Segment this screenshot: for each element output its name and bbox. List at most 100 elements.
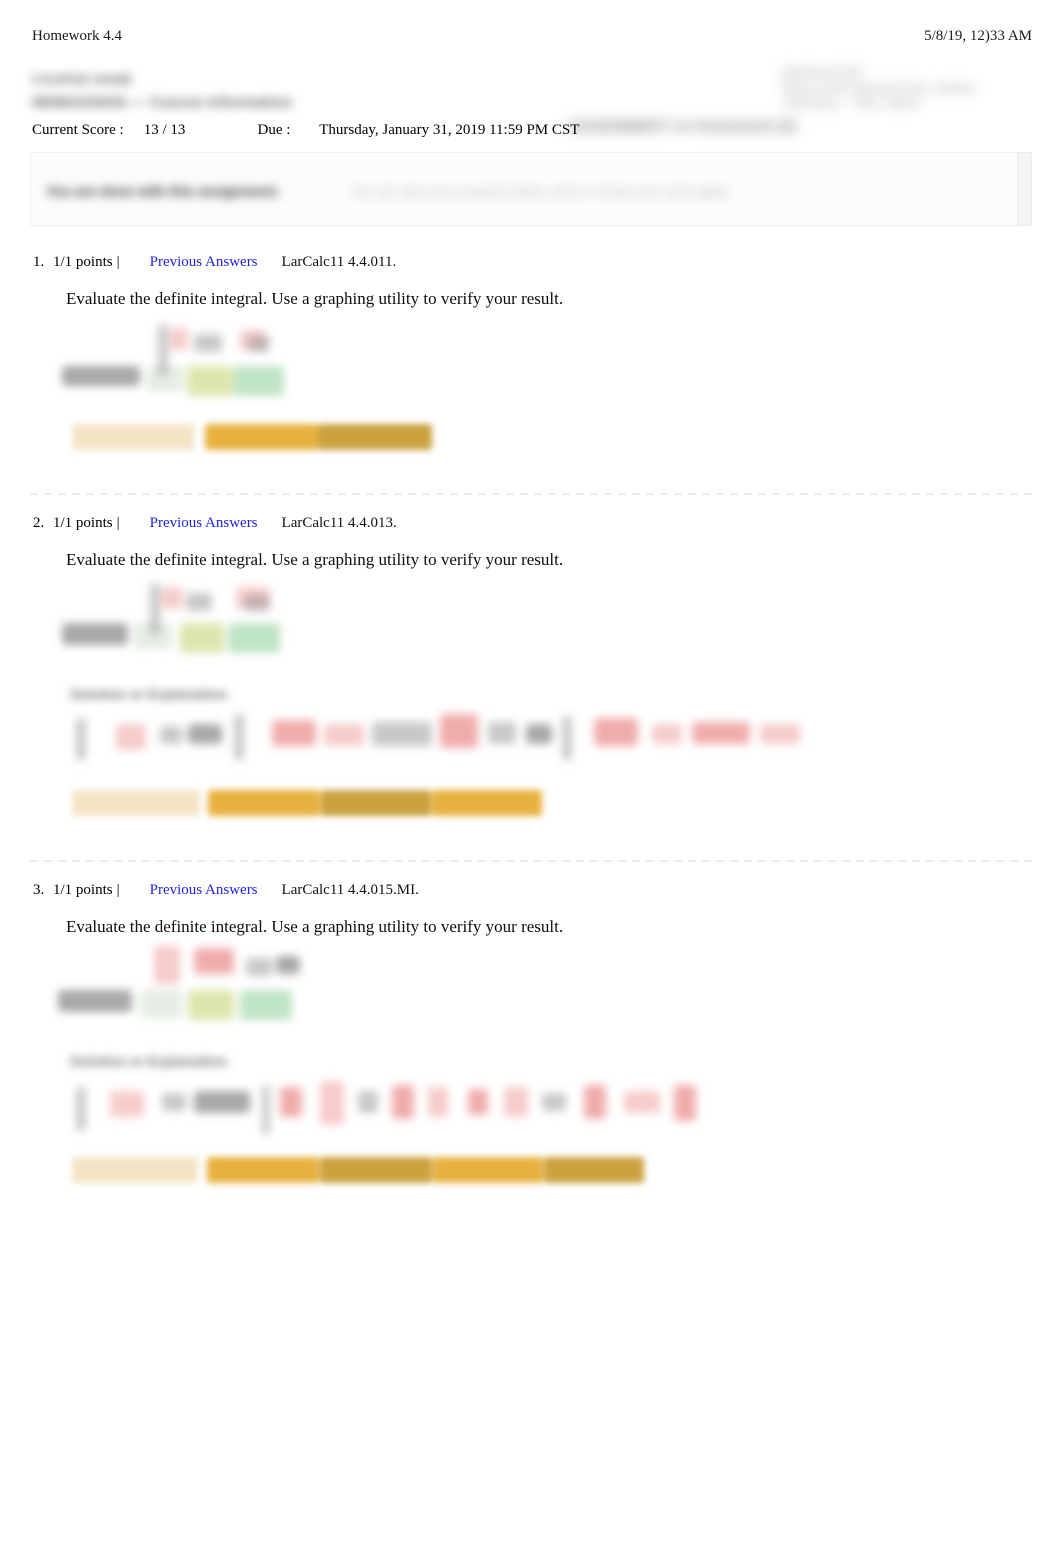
answer-bar-segment[interactable] [321, 790, 431, 816]
math-token [428, 1087, 448, 1117]
due-value: Thursday, January 31, 2019 11:59 PM CST [319, 122, 580, 138]
answer-bar-segment[interactable] [205, 424, 318, 450]
answer-bar-segment[interactable] [320, 1157, 432, 1183]
question-code: LarCalc11 4.4.011. [281, 254, 397, 270]
solution-math-redacted [76, 706, 836, 776]
course-subtitle-redacted: WEBASSIGN — Course Information [32, 94, 293, 111]
question-header: 1. 1/1 points | Previous Answers LarCalc11 4… [33, 252, 396, 272]
answer-bar-segment[interactable] [72, 424, 194, 450]
running-head: Homework 4.4 5/8/19, 12)33 AM [32, 26, 1032, 46]
math-token [372, 722, 432, 746]
math-token [272, 720, 316, 746]
math-token [674, 1085, 696, 1121]
math-token [62, 623, 128, 645]
math-token [150, 583, 160, 635]
previous-answers-link[interactable]: Previous Answers [150, 880, 258, 900]
question-header: 2. 1/1 points | Previous Answers LarCalc11 4… [33, 513, 397, 533]
problem-math-redacted [62, 322, 462, 412]
math-token [187, 366, 233, 396]
math-token [584, 1085, 606, 1119]
question-prompt: Evaluate the definite integral. Use a gr… [66, 289, 564, 308]
math-token [468, 1089, 488, 1115]
math-token [324, 724, 364, 746]
math-token [624, 1091, 660, 1113]
answer-bar-segment[interactable] [72, 1157, 198, 1183]
math-token [62, 366, 140, 386]
math-token [194, 948, 234, 974]
question-points: 1/1 points [53, 882, 113, 898]
math-token [154, 946, 180, 984]
math-token [246, 958, 272, 976]
question-points: 1/1 points [53, 515, 113, 531]
math-token [188, 724, 222, 744]
math-token [248, 336, 270, 352]
math-token [160, 726, 182, 744]
answer-bar-segment[interactable] [72, 790, 200, 816]
question-number: 3. [33, 882, 45, 898]
answer-bar-segment[interactable] [544, 1157, 644, 1183]
answer-bar-segment[interactable] [432, 790, 542, 816]
question-code: LarCalc11 4.4.015.MI. [281, 882, 419, 898]
math-token [162, 1093, 186, 1111]
math-token [504, 1087, 528, 1117]
answer-bar-segment[interactable] [433, 1157, 543, 1183]
math-token [276, 956, 300, 974]
running-head-title: Homework 4.4 [32, 28, 122, 44]
math-token [194, 1091, 250, 1113]
question-number: 1. [33, 254, 45, 270]
question-code: LarCalc11 4.4.013. [281, 515, 397, 531]
previous-answers-link[interactable]: Previous Answers [150, 252, 258, 272]
question-separator: | [116, 515, 120, 531]
question-header: 3. 1/1 points | Previous Answers LarCalc11 4… [33, 880, 419, 900]
question-separator: | [116, 882, 120, 898]
assignment-tag-redacted: ASSIGNMENT 4.4 Homework (2) [568, 118, 797, 135]
question-divider [30, 860, 1032, 862]
problem-math-redacted [58, 944, 458, 1034]
running-head-timestamp: 5/8/19, 12)33 AM [924, 28, 1032, 44]
math-token [320, 1081, 344, 1125]
answer-summary-bar-redacted [72, 790, 542, 816]
math-token [262, 1085, 270, 1135]
score-due-line: Current Score : 13 / 13 Due : Thursday, … [32, 120, 579, 140]
answer-summary-bar-redacted [72, 1157, 644, 1183]
solution-math-redacted [76, 1073, 836, 1143]
math-token [526, 724, 552, 744]
math-token [76, 718, 86, 760]
notice-scrollbar[interactable] [1017, 152, 1032, 226]
math-token [562, 716, 572, 760]
math-token [244, 595, 270, 611]
math-token [760, 724, 800, 744]
answer-summary-bar-redacted [72, 424, 432, 450]
answer-bar-segment[interactable] [318, 424, 432, 450]
math-token [188, 990, 234, 1020]
answer-bar-segment[interactable] [208, 790, 320, 816]
math-token [140, 990, 182, 1018]
math-token [234, 366, 284, 396]
question-separator: | [116, 254, 120, 270]
answer-bar-segment[interactable] [207, 1157, 319, 1183]
instructor-info-redacted: INSTRUCTOR Name of the instructor here, … [783, 66, 976, 110]
math-token [542, 1093, 566, 1111]
math-token [440, 714, 478, 748]
math-token [58, 990, 132, 1012]
solution-label-redacted: Solution or Explanation [70, 1053, 228, 1069]
math-token [170, 328, 188, 350]
math-token [358, 1091, 378, 1113]
math-token [392, 1085, 414, 1119]
math-token [194, 334, 222, 352]
math-token [116, 724, 146, 750]
math-token [692, 722, 750, 744]
math-token [240, 990, 292, 1020]
math-token [186, 593, 212, 611]
course-name-redacted: COURSE NAME [32, 72, 133, 87]
previous-answers-link[interactable]: Previous Answers [150, 513, 258, 533]
math-token [280, 1087, 302, 1117]
math-token [110, 1091, 144, 1117]
question-points: 1/1 points [53, 254, 113, 270]
notice-strong-text-redacted: You are done with this assignment. [46, 183, 280, 199]
current-score-label: Current Score : [32, 122, 124, 138]
math-token [488, 722, 516, 744]
question-number: 2. [33, 515, 45, 531]
due-label: Due : [257, 122, 291, 138]
problem-math-redacted [62, 583, 462, 673]
